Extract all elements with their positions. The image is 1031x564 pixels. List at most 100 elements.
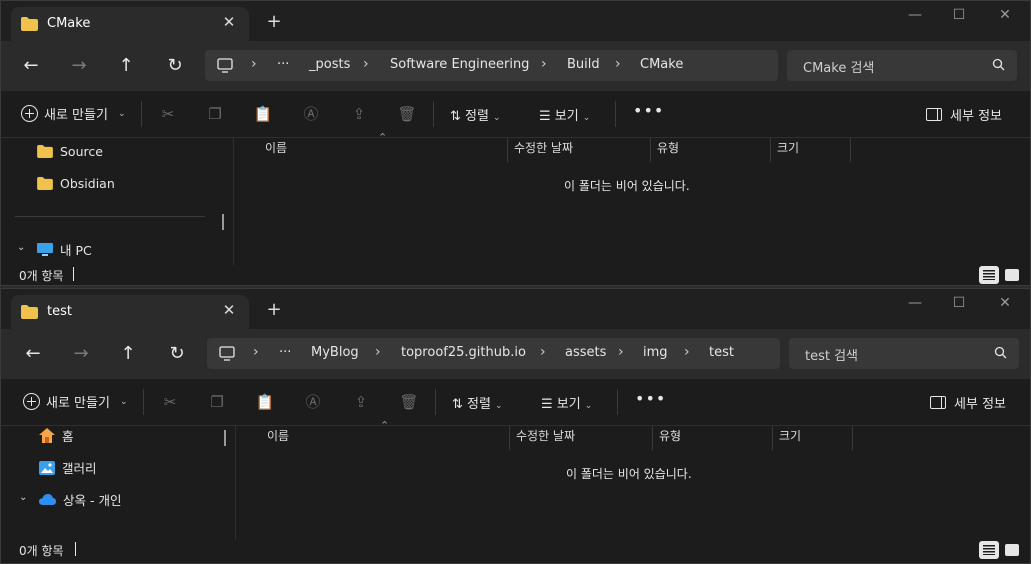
breadcrumb-item[interactable]: CMake xyxy=(640,57,683,72)
details-view-button[interactable] xyxy=(979,541,999,559)
sort-button[interactable]: ⇅ 정렬 ⌄ xyxy=(450,105,501,124)
view-button[interactable]: ☰ 보기 ⌄ xyxy=(539,105,590,124)
more-options-icon[interactable]: ••• xyxy=(633,101,664,120)
rename-icon[interactable]: Ⓐ xyxy=(302,391,324,413)
column-header-type[interactable]: 유형 xyxy=(659,427,681,444)
refresh-icon[interactable]: ↻ xyxy=(163,55,187,77)
tiles-view-button[interactable] xyxy=(1002,266,1022,284)
close-tab-icon[interactable]: ✕ xyxy=(219,301,239,319)
paste-icon[interactable]: 📋 xyxy=(254,391,276,413)
up-icon[interactable]: ↑ xyxy=(114,55,138,77)
up-icon[interactable]: ↑ xyxy=(116,343,140,365)
tab-cmake[interactable]: CMake ✕ xyxy=(11,7,249,41)
breadcrumb-item[interactable]: MyBlog xyxy=(311,345,359,360)
search-box[interactable]: CMake 검색 xyxy=(787,50,1017,81)
column-divider[interactable] xyxy=(652,426,653,450)
address-bar[interactable]: › ··· MyBlog › toproof25.github.io › ass… xyxy=(207,338,780,369)
breadcrumb-item[interactable]: assets xyxy=(565,345,606,360)
new-button[interactable]: 새로 만들기 ⌄ xyxy=(23,392,127,411)
chevron-right-icon[interactable]: › xyxy=(363,56,369,72)
column-header-name[interactable]: 이름 xyxy=(265,139,287,156)
sidebar-item-this-pc[interactable]: 내 PC xyxy=(37,240,92,259)
details-pane-button[interactable]: 세부 정보 xyxy=(926,105,1002,124)
column-header-date[interactable]: 수정한 날짜 xyxy=(516,427,575,444)
details-pane-button[interactable]: 세부 정보 xyxy=(930,393,1006,412)
share-icon[interactable]: ⇪ xyxy=(348,103,370,125)
search-icon[interactable] xyxy=(992,58,1005,75)
search-input[interactable]: test 검색 xyxy=(805,345,858,364)
breadcrumb-item[interactable]: Software Engineering xyxy=(390,57,529,72)
maximize-icon[interactable]: ☐ xyxy=(949,295,969,311)
column-divider[interactable] xyxy=(509,426,510,450)
new-button[interactable]: 새로 만들기 ⌄ xyxy=(21,104,125,123)
copy-icon[interactable]: ❐ xyxy=(206,391,228,413)
cut-icon[interactable]: ✂ xyxy=(157,103,179,125)
sidebar-item-home[interactable]: 홈 xyxy=(39,426,74,445)
column-header-name[interactable]: 이름 xyxy=(267,427,289,444)
column-divider[interactable] xyxy=(852,426,853,450)
forward-icon[interactable]: → xyxy=(67,55,91,77)
column-divider[interactable] xyxy=(507,138,508,162)
chevron-right-icon[interactable]: › xyxy=(251,56,257,72)
chevron-right-icon[interactable]: › xyxy=(375,344,381,360)
chevron-right-icon[interactable]: › xyxy=(615,56,621,72)
sidebar-item-source[interactable]: Source xyxy=(37,144,103,159)
view-button[interactable]: ☰ 보기 ⌄ xyxy=(541,393,592,412)
breadcrumb-item[interactable]: test xyxy=(709,345,734,360)
search-icon[interactable] xyxy=(994,346,1007,363)
breadcrumb-item[interactable]: _posts xyxy=(309,57,350,72)
refresh-icon[interactable]: ↻ xyxy=(165,343,189,365)
rename-icon[interactable]: Ⓐ xyxy=(300,103,322,125)
breadcrumb-item[interactable]: Build xyxy=(567,57,600,72)
column-header-type[interactable]: 유형 xyxy=(657,139,679,156)
more-options-icon[interactable]: ••• xyxy=(635,389,666,408)
column-header-date[interactable]: 수정한 날짜 xyxy=(514,139,573,156)
sidebar-item-gallery[interactable]: 갤러리 xyxy=(39,458,97,477)
search-input[interactable]: CMake 검색 xyxy=(803,57,874,76)
maximize-icon[interactable]: ☐ xyxy=(949,7,969,23)
tab-test[interactable]: test ✕ xyxy=(11,295,249,329)
address-bar[interactable]: › ··· _posts › Software Engineering › Bu… xyxy=(205,50,778,81)
chevron-right-icon[interactable]: › xyxy=(253,344,259,360)
column-header-size[interactable]: 크기 xyxy=(777,139,799,156)
scrollbar[interactable] xyxy=(224,430,226,446)
close-window-icon[interactable]: ✕ xyxy=(995,7,1015,23)
share-icon[interactable]: ⇪ xyxy=(350,391,372,413)
minimize-icon[interactable]: — xyxy=(905,295,925,311)
chevron-right-icon[interactable]: › xyxy=(540,344,546,360)
scrollbar[interactable] xyxy=(222,214,224,230)
back-icon[interactable]: ← xyxy=(19,55,43,77)
delete-icon[interactable]: 🗑 xyxy=(398,391,420,413)
column-divider[interactable] xyxy=(772,426,773,450)
details-view-button[interactable] xyxy=(979,266,999,284)
sort-button[interactable]: ⇅ 정렬 ⌄ xyxy=(452,393,503,412)
more-paths-icon[interactable]: ··· xyxy=(277,57,289,72)
forward-icon[interactable]: → xyxy=(69,343,93,365)
chevron-down-icon[interactable]: ⌄ xyxy=(19,492,27,503)
minimize-icon[interactable]: — xyxy=(905,7,925,23)
column-header-size[interactable]: 크기 xyxy=(779,427,801,444)
sidebar-item-onedrive[interactable]: 상옥 - 개인 xyxy=(39,490,121,509)
copy-icon[interactable]: ❐ xyxy=(204,103,226,125)
cut-icon[interactable]: ✂ xyxy=(159,391,181,413)
delete-icon[interactable]: 🗑 xyxy=(396,103,418,125)
sidebar-item-obsidian[interactable]: Obsidian xyxy=(37,176,115,191)
chevron-right-icon[interactable]: › xyxy=(618,344,624,360)
chevron-right-icon[interactable]: › xyxy=(684,344,690,360)
breadcrumb-item[interactable]: img xyxy=(643,345,668,360)
column-divider[interactable] xyxy=(650,138,651,162)
paste-icon[interactable]: 📋 xyxy=(252,103,274,125)
breadcrumb-item[interactable]: toproof25.github.io xyxy=(401,345,526,360)
column-divider[interactable] xyxy=(770,138,771,162)
new-tab-icon[interactable]: + xyxy=(263,299,285,320)
search-box[interactable]: test 검색 xyxy=(789,338,1019,369)
close-window-icon[interactable]: ✕ xyxy=(995,295,1015,311)
chevron-right-icon[interactable]: › xyxy=(541,56,547,72)
more-paths-icon[interactable]: ··· xyxy=(279,345,291,360)
column-divider[interactable] xyxy=(850,138,851,162)
pc-icon[interactable] xyxy=(217,58,233,77)
pc-icon[interactable] xyxy=(219,346,235,365)
new-tab-icon[interactable]: + xyxy=(263,11,285,32)
close-tab-icon[interactable]: ✕ xyxy=(219,13,239,31)
tiles-view-button[interactable] xyxy=(1002,541,1022,559)
